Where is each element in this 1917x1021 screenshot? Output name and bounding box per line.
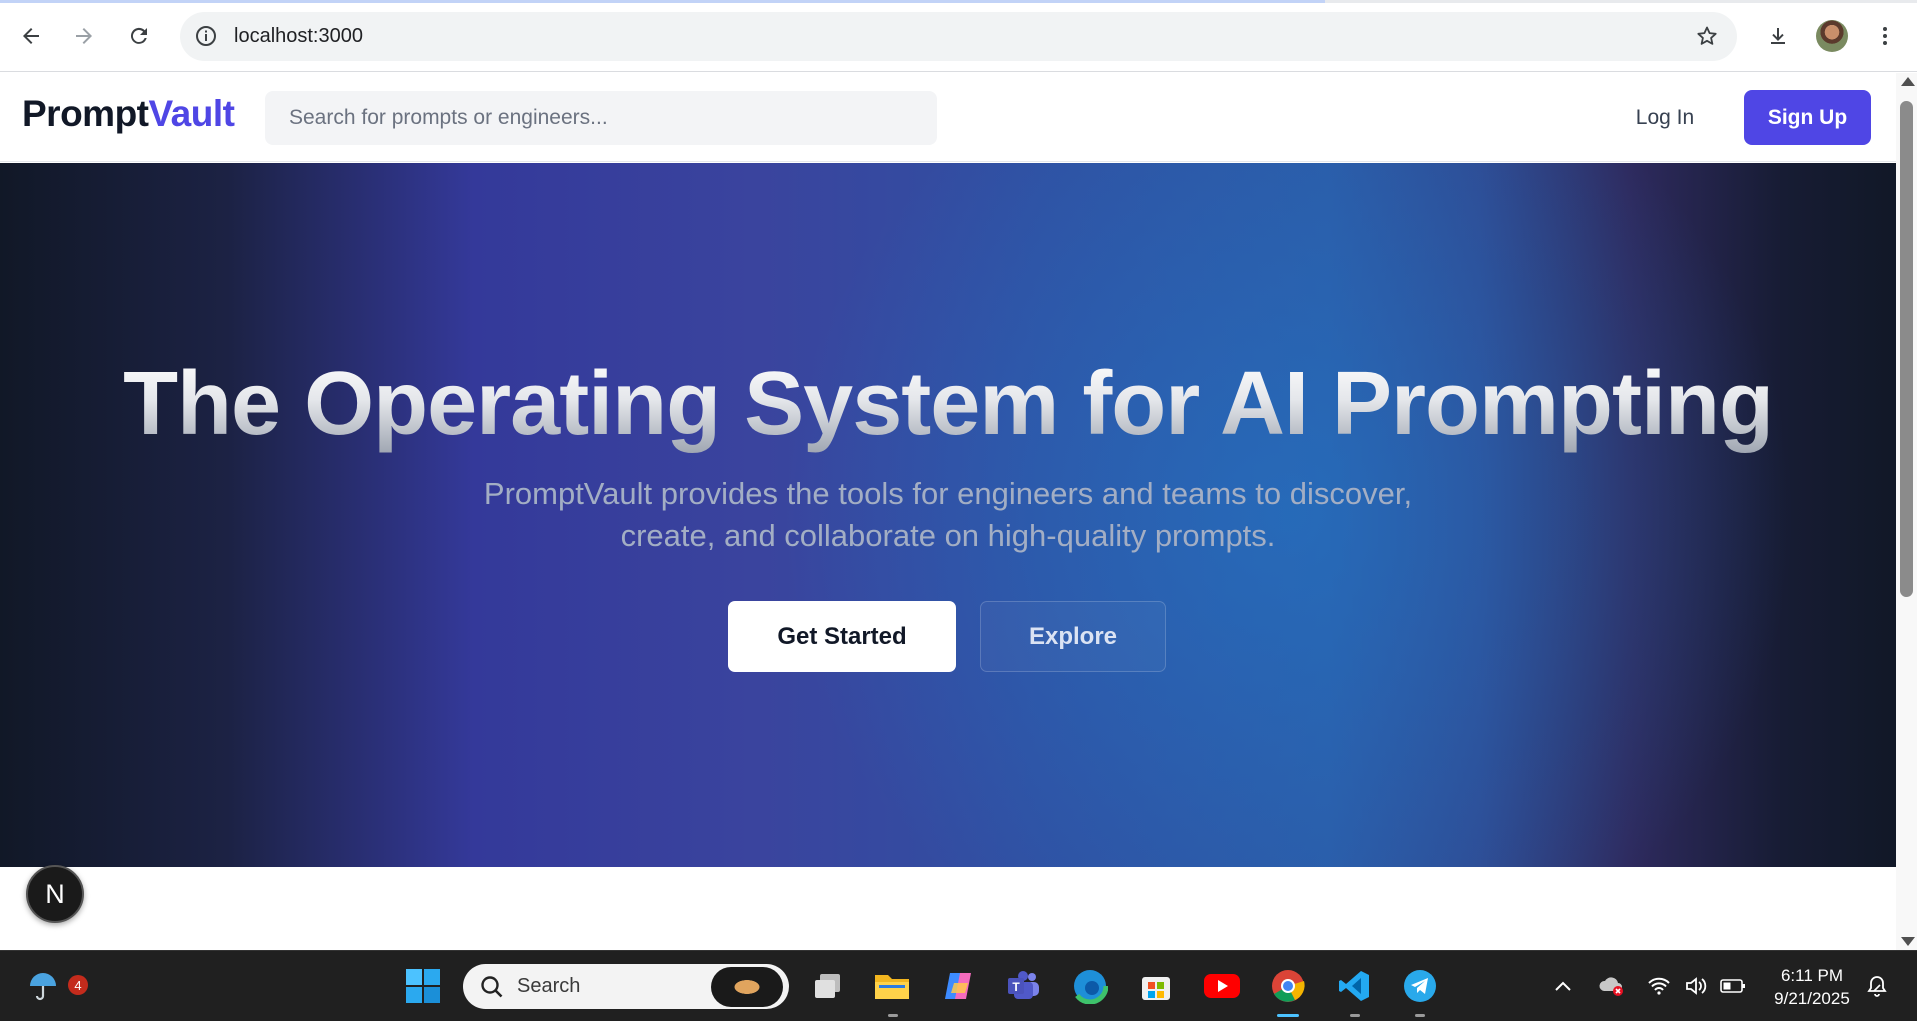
explore-button[interactable]: Explore [980, 601, 1166, 672]
microsoft-store-button[interactable] [1135, 965, 1177, 1007]
youtube-icon [1204, 974, 1240, 998]
page-viewport: PromptVault Log In Sign Up The Operating… [0, 73, 1896, 950]
teams-icon: T [1008, 971, 1039, 999]
site-search-input[interactable] [265, 91, 937, 145]
url-text[interactable]: localhost:3000 [234, 25, 363, 48]
search-icon [481, 976, 503, 998]
back-button[interactable] [13, 18, 49, 54]
kebab-menu-icon [1883, 27, 1887, 45]
signup-button[interactable]: Sign Up [1744, 90, 1871, 145]
download-icon [1771, 28, 1785, 44]
login-button[interactable]: Log In [1610, 91, 1720, 145]
onedrive-error-icon[interactable] [1598, 973, 1624, 999]
taskbar-search-box[interactable]: Search [463, 964, 789, 1009]
arrow-left-icon [23, 28, 39, 44]
battery-icon[interactable] [1720, 973, 1746, 999]
forward-button[interactable] [66, 18, 102, 54]
vscode-button[interactable] [1333, 965, 1375, 1007]
hero-section: The Operating System for AI Prompting Pr… [0, 163, 1896, 867]
clock-date: 9/21/2025 [1774, 989, 1850, 1008]
scroll-down-arrow-icon[interactable] [1901, 937, 1915, 946]
site-info-icon[interactable] [194, 24, 218, 48]
telegram-icon [1404, 970, 1436, 1002]
volume-icon[interactable] [1683, 973, 1709, 999]
chrome-button[interactable] [1267, 965, 1309, 1007]
copilot-button[interactable] [937, 965, 979, 1007]
downloads-button[interactable] [1760, 18, 1796, 54]
notification-count-badge: 4 [68, 975, 88, 995]
edge-button[interactable] [1069, 965, 1111, 1007]
svg-text:T: T [1012, 980, 1020, 994]
system-clock[interactable]: 6:11 PM 9/21/2025 [1762, 964, 1862, 1010]
reload-icon [130, 27, 147, 44]
vscode-icon [1339, 971, 1369, 1001]
file-explorer-button[interactable] [871, 965, 913, 1007]
windows-taskbar: 4 Search T 6:11 PM 9/21/2025 [0, 950, 1917, 1021]
edge-icon [1072, 968, 1108, 1004]
hero-subtitle: PromptVault provides the tools for engin… [483, 476, 1413, 553]
wifi-icon[interactable] [1646, 973, 1672, 999]
weather-widget[interactable]: 4 [22, 965, 88, 1007]
browser-toolbar: localhost:3000 [0, 0, 1917, 72]
chrome-icon [1272, 970, 1305, 1002]
clock-time: 6:11 PM [1780, 966, 1844, 985]
store-icon [1142, 977, 1170, 1000]
telegram-button[interactable] [1399, 965, 1441, 1007]
reload-button[interactable] [121, 18, 157, 54]
umbrella-icon [30, 973, 56, 1001]
profile-avatar[interactable] [1816, 20, 1848, 52]
search-highlight-image [711, 967, 783, 1007]
copilot-icon [945, 973, 971, 999]
windows-logo-icon [406, 969, 440, 1003]
scroll-thumb[interactable] [1900, 101, 1913, 597]
site-header: PromptVault Log In Sign Up [0, 73, 1896, 162]
nextjs-dev-indicator[interactable]: N [26, 865, 84, 923]
teams-button[interactable]: T [1003, 965, 1045, 1007]
start-button[interactable] [402, 965, 444, 1007]
show-hidden-icons-chevron-icon[interactable] [1550, 973, 1576, 999]
hero-title: The Operating System for AI Prompting [0, 353, 1896, 456]
site-logo[interactable]: PromptVault [22, 93, 235, 135]
scroll-up-arrow-icon[interactable] [1901, 77, 1915, 86]
youtube-button[interactable] [1201, 965, 1243, 1007]
page-load-progress [0, 0, 1325, 3]
arrow-right-icon [76, 28, 92, 44]
get-started-button[interactable]: Get Started [728, 601, 956, 672]
notifications-bell-icon[interactable] [1864, 973, 1890, 999]
address-bar[interactable]: localhost:3000 [180, 12, 1737, 61]
task-view-icon [815, 974, 840, 998]
browser-menu-button[interactable] [1867, 18, 1903, 54]
folder-icon [875, 975, 909, 999]
bookmark-star-icon[interactable] [1695, 24, 1719, 48]
taskbar-search-label: Search [517, 975, 581, 997]
task-view-button[interactable] [807, 965, 849, 1007]
page-scrollbar[interactable] [1896, 73, 1917, 950]
